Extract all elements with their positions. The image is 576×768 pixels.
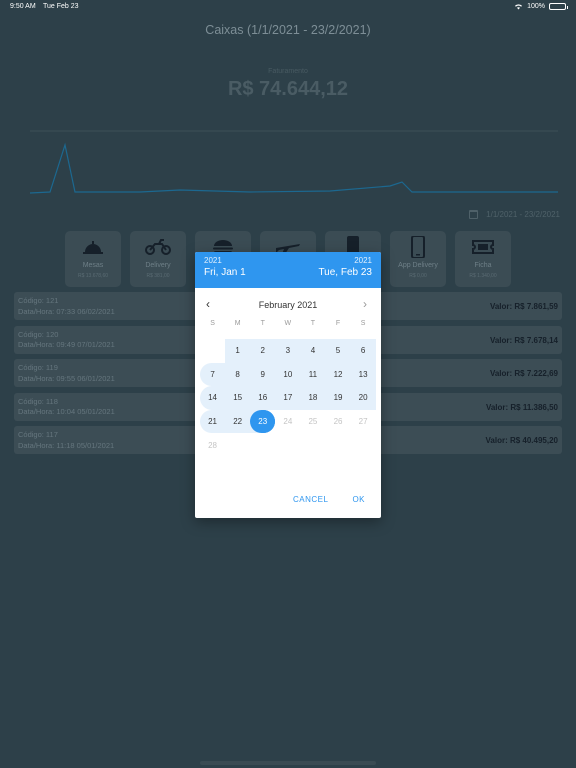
calendar-day[interactable]: 27 xyxy=(351,410,376,434)
calendar-icon xyxy=(469,210,479,219)
calendar-day[interactable]: 4 xyxy=(300,339,326,363)
calendar-day[interactable]: 3 xyxy=(275,339,301,363)
calendar-day[interactable]: 19 xyxy=(325,386,351,410)
home-indicator xyxy=(200,761,376,765)
tile-name: Ficha xyxy=(474,262,492,269)
calendar-day[interactable]: 9 xyxy=(250,362,276,387)
weekday-label: S xyxy=(360,320,366,327)
calendar-day[interactable]: 11 xyxy=(300,362,326,387)
row-code: Código: 117 xyxy=(18,430,58,439)
row-datetime: Data/Hora: 07:33 06/02/2021 xyxy=(18,306,115,316)
status-date: Tue Feb 23 xyxy=(43,3,79,10)
start-year[interactable]: 2021 xyxy=(204,256,222,265)
tile-mesas[interactable]: Mesas R$ 13.678,60 xyxy=(65,231,121,287)
row-datetime: Data/Hora: 10:04 05/01/2021 xyxy=(18,407,115,416)
tile-value: R$ 1.340,00 xyxy=(469,273,497,279)
calendar-day[interactable]: 21 xyxy=(200,409,226,434)
row-code: Código: 120 xyxy=(18,329,59,339)
wifi-icon xyxy=(515,4,523,10)
tile-app-delivery[interactable]: App Delivery R$ 0,00 xyxy=(390,231,446,287)
ticket-icon xyxy=(472,240,494,254)
calendar-day[interactable]: 22 xyxy=(225,409,251,434)
total-label: Faturamento xyxy=(268,68,308,75)
tile-ficha[interactable]: Ficha R$ 1.340,00 xyxy=(455,231,511,287)
row-valor: Valor: R$ 7.861,59 xyxy=(489,302,558,311)
calendar-day[interactable]: 28 xyxy=(200,433,225,457)
calendar-day[interactable]: 12 xyxy=(325,362,351,387)
calendar-day[interactable]: 7 xyxy=(200,362,226,387)
calendar-day[interactable]: 25 xyxy=(300,410,325,434)
date-range-picker: 2021 Fri, Jan 1 2021 Tue, Feb 23 ‹ Febru… xyxy=(195,252,381,518)
calendar-grid: SMTWTFS 1 2 3 4 5 6 7 8 9 10 11 12 13 14 15 16 17 18 19 20 2… xyxy=(200,320,376,457)
empty-cell xyxy=(200,339,225,363)
date-range-label: 1/1/2021 - 23/2/2021 xyxy=(486,210,560,219)
weekday-label: T xyxy=(260,320,265,327)
status-bar: 9:50 AM Tue Feb 23 100% xyxy=(0,0,576,14)
calendar-day[interactable]: 26 xyxy=(325,410,350,434)
tile-value: R$ 13.678,60 xyxy=(77,273,109,279)
row-datetime: Data/Hora: 09:55 06/01/2021 xyxy=(18,373,115,383)
calendar-day[interactable]: 18 xyxy=(300,386,326,410)
calendar-day[interactable]: 10 xyxy=(275,362,301,387)
battery-percent: 100% xyxy=(527,3,545,10)
month-navigation: ‹ February 2021 › xyxy=(195,297,381,313)
month-label: February 2021 xyxy=(258,300,318,310)
calendar-day[interactable]: 17 xyxy=(275,386,301,410)
weekday-header: SMTWTFS xyxy=(200,320,376,332)
status-time: 9:50 AM xyxy=(10,3,36,10)
tile-value: R$ 0,00 xyxy=(409,273,427,279)
motorcycle-icon xyxy=(145,239,171,255)
tile-value: R$ 381,00 xyxy=(146,273,170,279)
end-year[interactable]: 2021 xyxy=(354,256,372,265)
row-valor: Valor: R$ 7.678,14 xyxy=(489,335,558,345)
bell-icon xyxy=(83,241,103,254)
row-code: Código: 121 xyxy=(18,296,59,305)
calendar-day[interactable]: 5 xyxy=(325,339,351,363)
calendar-day[interactable]: 8 xyxy=(225,362,251,387)
tile-delivery[interactable]: Delivery R$ 381,00 xyxy=(130,231,186,287)
row-valor: Valor: R$ 11.386,50 xyxy=(485,402,558,412)
row-valor: Valor: R$ 7.222,69 xyxy=(489,369,558,378)
chevron-right-icon[interactable]: › xyxy=(363,297,367,311)
tile-name: Delivery xyxy=(145,262,171,269)
calendar-day[interactable]: 20 xyxy=(350,386,376,410)
total-value: R$ 74.644,12 xyxy=(227,78,349,100)
calendar-day[interactable]: 16 xyxy=(250,386,276,410)
calendar-day[interactable]: 1 xyxy=(225,339,251,363)
day-grid: 1 2 3 4 5 6 7 8 9 10 11 12 13 14 15 16 17 18 19 20 21 22 23 24 2… xyxy=(200,339,376,457)
revenue-chart xyxy=(30,130,558,194)
row-datetime: Data/Hora: 11:18 05/01/2021 xyxy=(18,440,115,450)
weekday-label: M xyxy=(234,320,241,327)
date-range-filter[interactable]: 1/1/2021 - 23/2/2021 xyxy=(469,210,560,219)
tile-name: App Delivery xyxy=(398,262,438,269)
weekday-label: F xyxy=(335,320,341,327)
cancel-button[interactable]: CANCEL xyxy=(293,495,328,504)
app-bar: Caixas (1/1/2021 - 23/2/2021) xyxy=(0,14,576,46)
calendar-day[interactable]: 24 xyxy=(275,410,300,434)
calendar-day[interactable]: 2 xyxy=(250,339,276,363)
picker-actions: CANCEL OK xyxy=(293,495,365,504)
weekday-label: W xyxy=(284,320,292,327)
calendar-day[interactable]: 14 xyxy=(200,386,226,410)
ok-button[interactable]: OK xyxy=(352,495,365,504)
page-title: Caixas (1/1/2021 - 23/2/2021) xyxy=(205,23,371,37)
battery-icon xyxy=(549,3,568,10)
end-date[interactable]: Tue, Feb 23 xyxy=(318,267,372,278)
calendar-day[interactable]: 6 xyxy=(350,339,376,363)
row-valor: Valor: R$ 40.495,20 xyxy=(485,436,559,445)
weekday-label: T xyxy=(310,320,316,327)
row-code: Código: 119 xyxy=(18,363,58,372)
start-date[interactable]: Fri, Jan 1 xyxy=(204,267,246,278)
weekday-label: S xyxy=(210,320,215,327)
row-code: Código: 118 xyxy=(18,396,58,406)
status-right: 100% xyxy=(514,3,568,10)
calendar-day[interactable]: 23 xyxy=(250,409,276,434)
row-datetime: Data/Hora: 09:49 07/01/2021 xyxy=(18,340,115,349)
calendar-day[interactable]: 15 xyxy=(225,386,251,410)
smartphone-icon xyxy=(411,236,425,258)
tile-name: Mesas xyxy=(82,262,104,269)
picker-header: 2021 Fri, Jan 1 2021 Tue, Feb 23 xyxy=(195,252,381,288)
calendar-day[interactable]: 13 xyxy=(350,362,376,387)
